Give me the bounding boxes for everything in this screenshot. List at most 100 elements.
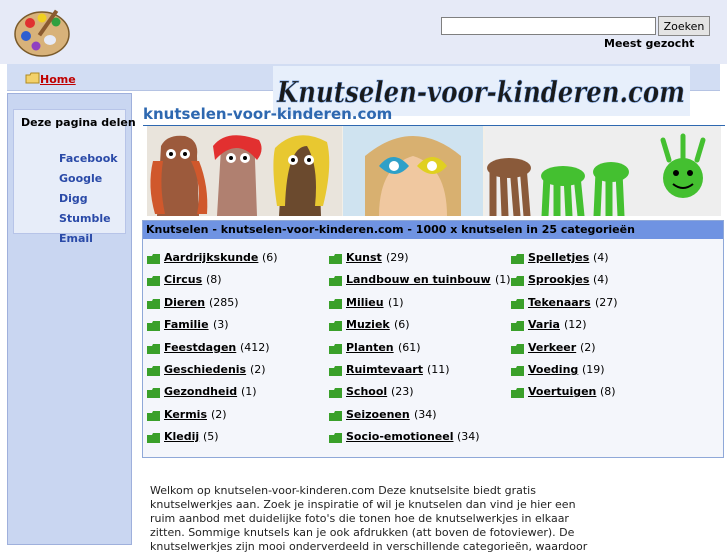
category-link[interactable]: School bbox=[346, 385, 387, 398]
category-count: (4) bbox=[593, 251, 609, 264]
category-item[interactable]: Muziek (6) bbox=[329, 318, 504, 332]
category-link[interactable]: Verkeer bbox=[528, 341, 576, 354]
category-link[interactable]: Muziek bbox=[346, 318, 390, 331]
category-count: (19) bbox=[582, 363, 605, 376]
category-count: (11) bbox=[427, 363, 450, 376]
sock-puppets-image bbox=[147, 126, 342, 216]
green-folder-icon bbox=[147, 298, 160, 309]
category-item[interactable]: Voertuigen (8) bbox=[511, 385, 686, 399]
category-item[interactable]: Gezondheid (1) bbox=[147, 385, 322, 399]
green-folder-icon bbox=[147, 433, 160, 444]
category-item[interactable]: Kermis (2) bbox=[147, 408, 322, 422]
category-item[interactable]: Milieu (1) bbox=[329, 296, 504, 310]
category-link[interactable]: Socio-emotioneel bbox=[346, 430, 453, 443]
category-link[interactable]: Kermis bbox=[164, 408, 207, 421]
green-folder-icon bbox=[511, 321, 524, 332]
category-heading: Knutselen - knutselen-voor-kinderen.com … bbox=[143, 221, 723, 239]
share-digg-link[interactable]: Digg bbox=[59, 192, 88, 205]
category-count: (6) bbox=[394, 318, 410, 332]
category-item[interactable]: Dieren (285) bbox=[147, 296, 322, 310]
category-count: (5) bbox=[203, 430, 219, 444]
category-link[interactable]: Tekenaars bbox=[528, 296, 591, 309]
welcome-text: Welkom op knutselen-voor-kinderen.com De… bbox=[150, 484, 720, 554]
category-item[interactable]: Seizoenen (34) bbox=[329, 408, 504, 422]
green-folder-icon bbox=[511, 276, 524, 287]
category-link[interactable]: Aardrijkskunde bbox=[164, 251, 258, 264]
most-searched-link[interactable]: Meest gezocht bbox=[604, 37, 694, 50]
share-stumble-link[interactable]: Stumble bbox=[59, 212, 111, 225]
category-link[interactable]: Seizoenen bbox=[346, 408, 410, 421]
child-mask-image bbox=[343, 126, 483, 216]
category-count: (2) bbox=[580, 340, 596, 354]
category-item[interactable]: Varia (12) bbox=[511, 318, 686, 332]
category-count: (4) bbox=[593, 273, 609, 287]
category-link[interactable]: Kledij bbox=[164, 430, 199, 443]
search-input[interactable] bbox=[441, 17, 656, 35]
green-folder-icon bbox=[147, 343, 160, 354]
green-folder-icon bbox=[511, 366, 524, 376]
green-folder-icon bbox=[329, 433, 342, 444]
category-link[interactable]: Voertuigen bbox=[528, 385, 596, 398]
green-folder-icon bbox=[147, 388, 160, 399]
category-link[interactable]: Circus bbox=[164, 273, 202, 286]
welcome-line: Welkom op knutselen-voor-kinderen.com De… bbox=[150, 484, 536, 497]
paint-palette-logo-icon[interactable] bbox=[12, 6, 72, 60]
category-item[interactable]: Kunst (29) bbox=[329, 251, 504, 265]
category-link[interactable]: Gezondheid bbox=[164, 385, 237, 398]
category-count: (61) bbox=[398, 340, 421, 354]
share-facebook-link[interactable]: Facebook bbox=[59, 152, 118, 165]
green-folder-icon bbox=[511, 254, 524, 264]
folder-home-icon bbox=[25, 72, 40, 84]
green-folder-icon bbox=[511, 388, 524, 399]
category-item[interactable]: Ruimtevaart (11) bbox=[329, 363, 504, 377]
category-link[interactable]: Planten bbox=[346, 341, 394, 354]
category-item[interactable]: Familie (3) bbox=[147, 318, 322, 332]
category-link[interactable]: Dieren bbox=[164, 296, 205, 309]
category-item[interactable]: Circus (8) bbox=[147, 273, 322, 287]
category-count: (412) bbox=[240, 340, 270, 354]
share-email-link[interactable]: Email bbox=[59, 232, 93, 245]
category-item[interactable]: Aardrijkskunde (6) bbox=[147, 251, 322, 265]
category-count: (285) bbox=[209, 295, 239, 309]
share-google-link[interactable]: Google bbox=[59, 172, 102, 185]
category-link[interactable]: Geschiedenis bbox=[164, 363, 246, 376]
category-count: (29) bbox=[386, 251, 409, 264]
category-count: (1) bbox=[388, 295, 404, 309]
category-link[interactable]: Kunst bbox=[346, 251, 382, 264]
category-link[interactable]: Voeding bbox=[528, 363, 578, 376]
category-count: (2) bbox=[211, 407, 227, 421]
green-folder-icon bbox=[147, 254, 160, 264]
home-link[interactable]: Home bbox=[40, 73, 76, 86]
category-link[interactable]: Varia bbox=[528, 318, 560, 331]
category-item[interactable]: Kledij (5) bbox=[147, 430, 322, 444]
search-button[interactable]: Zoeken bbox=[658, 16, 710, 36]
category-item[interactable]: Spelletjes (4) bbox=[511, 251, 686, 265]
category-link[interactable]: Ruimtevaart bbox=[346, 363, 423, 376]
category-item[interactable]: Sprookjes (4) bbox=[511, 273, 686, 287]
category-item[interactable]: School (23) bbox=[329, 385, 504, 399]
green-folder-icon bbox=[329, 366, 342, 376]
category-link[interactable]: Landbouw en tuinbouw bbox=[346, 273, 491, 286]
category-count: (1) bbox=[241, 385, 257, 399]
welcome-line: knutselwerkjes zijn mooi onderverdeeld i… bbox=[150, 540, 588, 553]
category-link[interactable]: Sprookjes bbox=[528, 273, 589, 286]
green-folder-icon bbox=[329, 298, 342, 309]
category-count: (34) bbox=[414, 407, 437, 421]
category-item[interactable]: Planten (61) bbox=[329, 341, 504, 355]
category-link[interactable]: Milieu bbox=[346, 296, 384, 309]
category-item[interactable]: Socio-emotioneel (34) bbox=[329, 430, 504, 444]
category-item[interactable]: Feestdagen (412) bbox=[147, 341, 322, 355]
category-item[interactable]: Verkeer (2) bbox=[511, 341, 686, 355]
green-folder-icon bbox=[147, 366, 160, 376]
category-item[interactable]: Landbouw en tuinbouw (1) bbox=[329, 273, 511, 287]
category-link[interactable]: Spelletjes bbox=[528, 251, 589, 264]
sidebar: Deze pagina delen Facebook Google Digg S… bbox=[7, 93, 136, 545]
category-item[interactable]: Voeding (19) bbox=[511, 363, 686, 377]
category-item[interactable]: Geschiedenis (2) bbox=[147, 363, 322, 377]
share-box: Deze pagina delen Facebook Google Digg S… bbox=[13, 109, 136, 245]
page-title: knutselen-voor-kinderen.com bbox=[143, 105, 393, 123]
category-item[interactable]: Tekenaars (27) bbox=[511, 296, 686, 310]
category-link[interactable]: Familie bbox=[164, 318, 209, 331]
category-link[interactable]: Feestdagen bbox=[164, 341, 236, 354]
category-count: (6) bbox=[262, 251, 278, 264]
